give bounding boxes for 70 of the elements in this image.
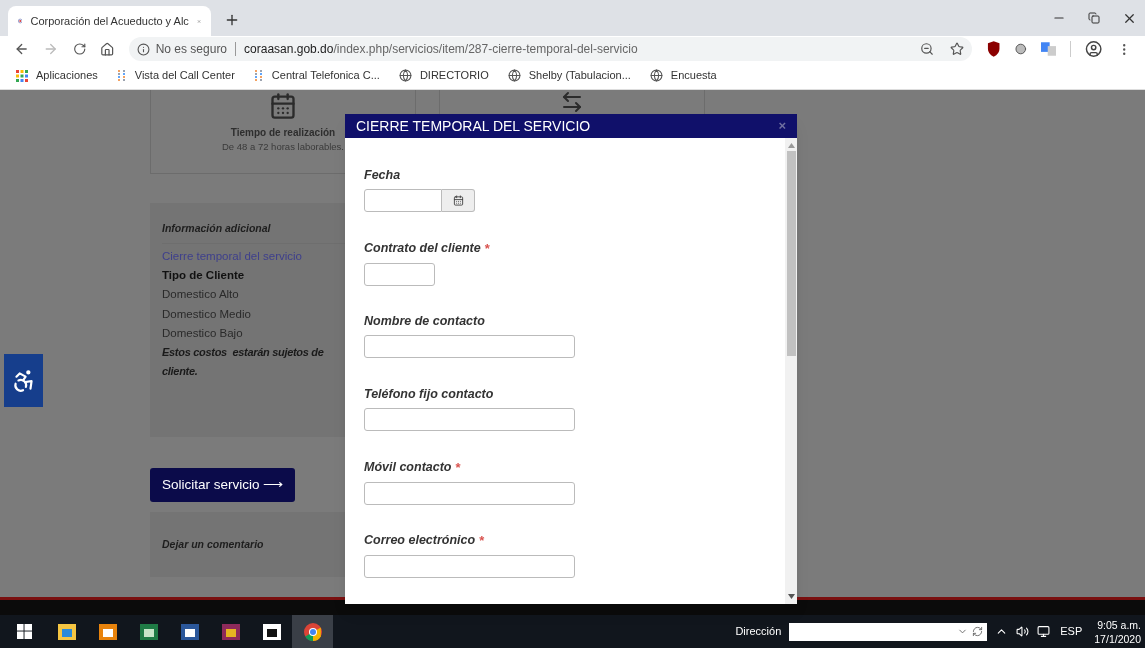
calendar-icon (452, 194, 464, 206)
refresh-icon[interactable] (972, 626, 984, 637)
field-label: Móvil contacto (364, 459, 452, 477)
dots-icon (253, 69, 264, 82)
shield-icon[interactable] (985, 41, 1002, 57)
card-title: Tiempo de realización (230, 126, 336, 140)
circle-icon[interactable] (1015, 43, 1027, 55)
security-label: No es seguro (155, 41, 228, 58)
zoom-icon[interactable] (919, 42, 934, 56)
calendar-icon (269, 92, 297, 120)
clock[interactable]: 9:05 a.m. 17/1/2020 (1094, 617, 1141, 646)
client-type-item: Domestico Bajo (162, 325, 243, 341)
client-type-item: Domestico Alto (162, 287, 239, 303)
bookmark[interactable]: Central Telefonica C... (253, 67, 380, 84)
globe-icon (507, 69, 521, 82)
close-button[interactable]: × (778, 116, 786, 136)
scroll-down-icon[interactable] (787, 594, 795, 599)
network-icon[interactable] (1037, 625, 1051, 638)
chrome-icon[interactable] (303, 622, 322, 641)
star-icon[interactable] (949, 42, 964, 56)
globe-icon (398, 69, 412, 82)
speaker-icon[interactable] (1016, 625, 1030, 638)
input-field[interactable] (364, 554, 575, 578)
comment-heading: Dejar un comentario (162, 536, 264, 552)
input-field[interactable] (364, 407, 575, 431)
browser-tab[interactable]: Corporación del Acueducto y Alc (8, 6, 211, 36)
scrollbar[interactable] (785, 138, 797, 604)
language-indicator[interactable]: ESP (1060, 623, 1083, 640)
restore-icon[interactable] (1088, 12, 1100, 24)
tab-title: Corporación del Acueducto y Alc (30, 13, 189, 29)
field-label: Nombre de contacto (364, 313, 485, 330)
modal-title: CIERRE TEMPORAL DEL SERVICIO (356, 116, 591, 136)
note-text: cliente. (162, 363, 199, 379)
url-text: coraasan.gob.do/index.php/servicios/item/287-cierre-temporal-del-servicio (244, 41, 638, 58)
note-text: Estos costos estarán sujetos de (162, 345, 325, 360)
new-tab-icon[interactable] (224, 12, 240, 28)
bookmark[interactable]: DIRECTORIO (398, 67, 489, 84)
info-icon[interactable] (136, 42, 150, 56)
home-icon[interactable] (100, 41, 115, 57)
address-bar[interactable]: No es seguro coraasan.gob.do/index.php/servicios/item/287-cierre-temporal-del-servicio (128, 37, 972, 61)
required-mark: * (479, 532, 485, 550)
windows-start-icon[interactable] (17, 624, 32, 639)
address-toolbar-field[interactable] (789, 622, 988, 641)
input-field[interactable] (364, 334, 575, 358)
arrows-icon (560, 90, 584, 114)
date-field[interactable] (364, 188, 442, 212)
dots-icon (116, 69, 127, 82)
bookmark[interactable]: Shelby (Tabulacion... (507, 67, 631, 84)
field-label: Teléfono fijo contacto (364, 386, 494, 403)
input-field[interactable] (364, 481, 575, 505)
required-mark: * (484, 240, 490, 258)
required-mark: * (455, 459, 461, 477)
bookmark[interactable]: Vista del Call Center (116, 67, 235, 84)
client-type-item: Domestico Medio (162, 306, 251, 322)
address-label: Dirección (735, 624, 782, 640)
apps-grid-icon (16, 69, 28, 82)
field-label: Fecha (364, 167, 401, 184)
field-label: Correo electrónico (364, 532, 476, 550)
back-icon[interactable] (14, 41, 30, 57)
globe-icon (649, 69, 663, 82)
input-field[interactable] (364, 262, 435, 286)
calendar-button[interactable] (442, 188, 475, 212)
request-service-button[interactable]: Solicitar servicio ⟶ (150, 468, 295, 502)
accessibility-button[interactable] (4, 354, 43, 407)
profile-icon[interactable] (1085, 40, 1103, 58)
translate-icon[interactable] (1040, 42, 1057, 56)
reload-icon[interactable] (72, 42, 87, 56)
client-type-heading: Tipo de Cliente (162, 268, 246, 283)
bookmark[interactable]: Aplicaciones (16, 67, 98, 84)
bookmark[interactable]: Encuesta (649, 67, 717, 84)
